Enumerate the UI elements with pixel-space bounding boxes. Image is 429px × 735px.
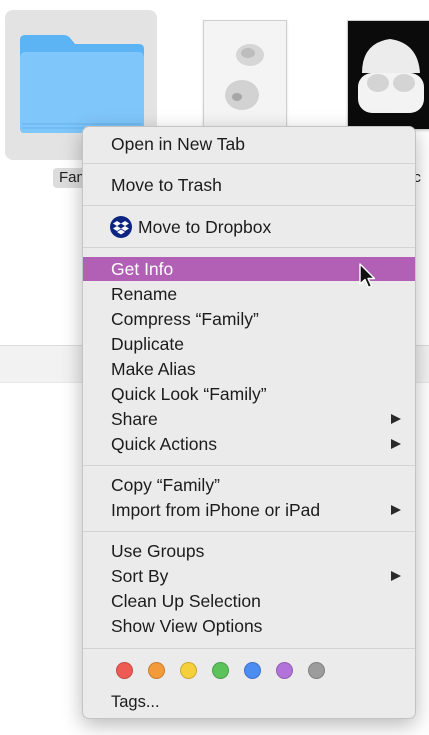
menu-item-label: Import from iPhone or iPad (111, 500, 321, 520)
menu-item-tags[interactable]: Tags... (83, 690, 415, 714)
menu-item-show-view-options[interactable]: Show View Options (83, 614, 415, 638)
menu-item-label: Clean Up Selection (111, 591, 261, 611)
menu-separator (83, 163, 415, 164)
earbuds-image-thumbnail[interactable] (203, 20, 287, 130)
menu-item-quick-look[interactable]: Quick Look “Family” (83, 382, 415, 406)
menu-item-clean-up-selection[interactable]: Clean Up Selection (83, 589, 415, 613)
menu-item-compress[interactable]: Compress “Family” (83, 307, 415, 331)
menu-item-use-groups[interactable]: Use Groups (83, 539, 415, 563)
menu-item-open-in-new-tab[interactable]: Open in New Tab (83, 132, 415, 156)
menu-item-label: Move to Trash (111, 175, 222, 195)
charging-case-thumbnail[interactable] (347, 20, 429, 130)
menu-separator (83, 247, 415, 248)
tag-red-dot[interactable] (116, 662, 133, 679)
menu-separator (83, 531, 415, 532)
menu-item-copy[interactable]: Copy “Family” (83, 473, 415, 497)
menu-item-label: Open in New Tab (111, 134, 245, 154)
menu-item-label: Quick Look “Family” (111, 384, 267, 404)
menu-item-label: Show View Options (111, 616, 263, 636)
menu-item-move-to-dropbox[interactable]: Move to Dropbox (83, 215, 415, 239)
tag-green-dot[interactable] (212, 662, 229, 679)
tag-orange-dot[interactable] (148, 662, 165, 679)
menu-item-duplicate[interactable]: Duplicate (83, 332, 415, 356)
menu-item-label: Quick Actions (111, 434, 218, 454)
menu-item-label: Use Groups (111, 541, 205, 561)
menu-item-share[interactable]: Share (83, 407, 415, 431)
menu-item-move-to-trash[interactable]: Move to Trash (83, 173, 415, 197)
submenu-arrow-icon (391, 414, 401, 424)
menu-item-label: Tags... (111, 693, 160, 711)
tag-gray-dot[interactable] (308, 662, 325, 679)
menu-item-label: Compress “Family” (111, 309, 259, 329)
mouse-pointer-icon (359, 263, 376, 289)
menu-item-label: Make Alias (111, 359, 196, 379)
dropbox-icon (110, 216, 132, 238)
tag-blue-dot[interactable] (244, 662, 261, 679)
menu-item-label: Duplicate (111, 334, 184, 354)
submenu-arrow-icon (391, 571, 401, 581)
menu-item-label: Share (111, 409, 158, 429)
menu-item-sort-by[interactable]: Sort By (83, 564, 415, 588)
menu-item-label: Get Info (111, 259, 174, 279)
menu-separator (83, 205, 415, 206)
menu-item-label: Sort By (111, 566, 169, 586)
context-menu: Open in New Tab Move to Trash Move to Dr… (82, 126, 416, 719)
earbuds-image (204, 21, 286, 129)
submenu-arrow-icon (391, 439, 401, 449)
charging-case-image (348, 21, 429, 129)
menu-separator (83, 648, 415, 649)
menu-item-label: Rename (111, 284, 178, 304)
menu-item-label: Copy “Family” (111, 475, 220, 495)
submenu-arrow-icon (391, 505, 401, 515)
tag-color-row (83, 660, 415, 682)
menu-item-make-alias[interactable]: Make Alias (83, 357, 415, 381)
menu-separator (83, 465, 415, 466)
tag-yellow-dot[interactable] (180, 662, 197, 679)
folder-icon (20, 35, 144, 133)
menu-item-import-from-iphone[interactable]: Import from iPhone or iPad (83, 498, 415, 522)
tag-purple-dot[interactable] (276, 662, 293, 679)
menu-item-label: Move to Dropbox (138, 217, 272, 237)
menu-item-quick-actions[interactable]: Quick Actions (83, 432, 415, 456)
